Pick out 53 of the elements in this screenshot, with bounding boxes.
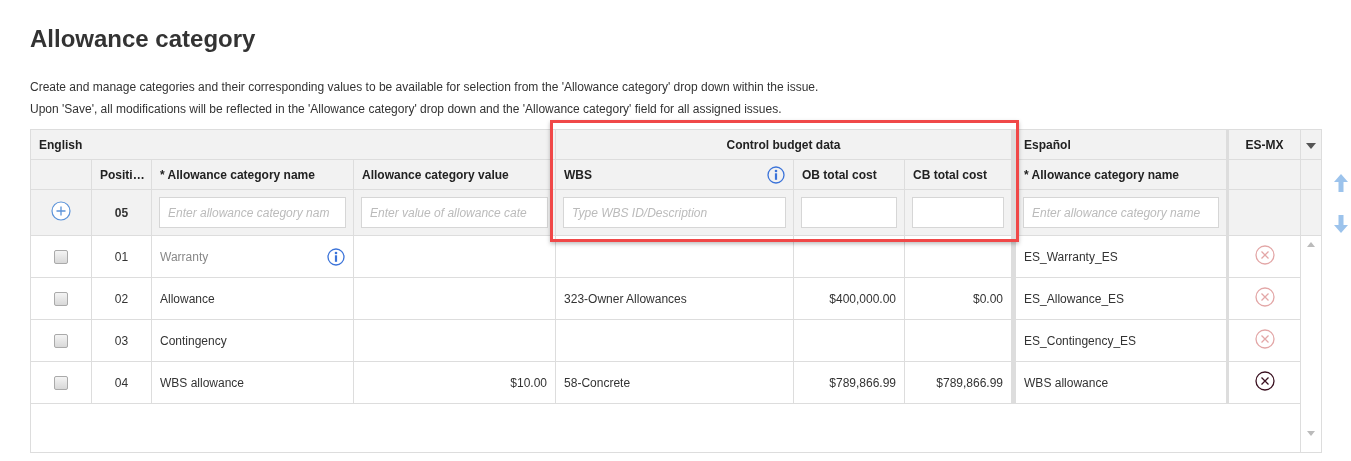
group-header: ES-MX: [1227, 129, 1301, 160]
table-cell: ES_Allowance_ES: [1024, 291, 1125, 306]
column-header: OB total cost: [793, 159, 905, 190]
table-cell: 323-Owner Allowances: [564, 291, 687, 306]
info-icon[interactable]: [327, 247, 345, 266]
description-text: Create and manage categories and their corresponding values to be available for selection from the 'Allowance category' drop down within the issue.: [30, 79, 820, 96]
table-cell: 58-Concrete: [564, 375, 631, 390]
add-icon[interactable]: [51, 201, 71, 221]
column-header: WBS: [564, 167, 593, 182]
name-input[interactable]: Enter allowance category nam: [159, 197, 346, 228]
ob-total-input[interactable]: [801, 197, 898, 228]
table-cell: WBS allowance: [1024, 375, 1109, 390]
table-cell: 03: [91, 319, 152, 362]
table-cell: WBS allowance: [160, 375, 245, 390]
value-input[interactable]: Enter value of allowance cate: [361, 197, 549, 228]
table-cell: 01: [91, 235, 152, 278]
arrow-down-icon[interactable]: [1334, 215, 1349, 233]
position-number: 05: [91, 189, 152, 236]
page-title: Allowance category: [30, 24, 257, 54]
column-header: * Allowance category name: [151, 159, 354, 190]
table-cell: Warranty: [160, 249, 209, 264]
table-cell: $10.00: [510, 375, 548, 390]
column-header: * Allowance category name: [1013, 159, 1228, 190]
table-cell: ES_Warranty_ES: [1024, 249, 1118, 264]
delete-icon[interactable]: [1254, 371, 1275, 391]
table-cell: $789,866.99: [829, 375, 897, 390]
column-header: CB total cost: [904, 159, 1014, 190]
table-cell: ES_Contingency_ES: [1024, 333, 1137, 348]
table-cell: $789,866.99: [936, 375, 1004, 390]
cb-total-input[interactable]: [912, 197, 1005, 228]
table-cell: Contingency: [160, 333, 227, 348]
info-icon[interactable]: [767, 165, 786, 184]
row-checkbox[interactable]: [54, 333, 68, 348]
row-checkbox[interactable]: [54, 291, 68, 306]
scrollbar[interactable]: [1300, 235, 1322, 453]
table-cell: $400,000.00: [829, 291, 897, 306]
group-header: Control budget data: [555, 129, 1014, 160]
description-text: Upon 'Save', all modifications will be reflected in the 'Allowance category' drop down and the 'Allowance category' field for all assigned issues.: [30, 101, 783, 118]
column-header: Allowance category value: [353, 159, 556, 190]
group-header: English: [30, 129, 556, 160]
arrow-up-icon[interactable]: [1334, 174, 1349, 192]
group-header: Español: [1013, 129, 1228, 160]
table-cell: 04: [91, 361, 152, 404]
wbs-input[interactable]: Type WBS ID/Description: [563, 197, 787, 228]
column-header: Positi…: [91, 159, 152, 190]
table-cell: Allowance: [160, 291, 215, 306]
scroll-up-icon[interactable]: [1307, 242, 1316, 247]
scroll-down-icon[interactable]: [1307, 431, 1316, 436]
row-checkbox[interactable]: [54, 375, 68, 390]
table-cell: 02: [91, 277, 152, 320]
es-name-input[interactable]: Enter allowance category name: [1023, 197, 1220, 228]
table-cell: $0.00: [973, 291, 1004, 306]
caret-down-icon[interactable]: [1306, 142, 1317, 149]
